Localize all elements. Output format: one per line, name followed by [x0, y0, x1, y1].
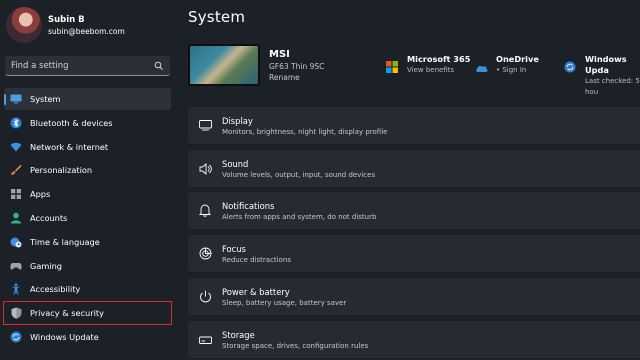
avatar [6, 7, 42, 43]
sidebar-item-time-language[interactable]: Time & language [4, 231, 171, 253]
device-model: GF63 Thin 9SC [269, 62, 325, 71]
card-subtitle: Volume levels, output, input, sound devi… [222, 170, 376, 179]
update-icon [564, 58, 576, 73]
search-icon[interactable] [154, 61, 164, 71]
sidebar-item-windows-update[interactable]: Windows Update [4, 326, 171, 348]
quick-link-subtitle: • Sign In [496, 66, 527, 74]
speaker-icon [198, 162, 212, 176]
card-title: Sound [222, 158, 249, 169]
display-icon [198, 119, 212, 133]
profile-email: subin@beebom.com [48, 26, 125, 36]
monitor-icon [10, 93, 22, 105]
shield-icon [10, 307, 22, 319]
quick-link-microsoft-365[interactable]: Microsoft 365 View benefits [386, 54, 470, 76]
card-title: Storage [222, 329, 255, 340]
settings-card-focus[interactable]: Focus Reduce distractions [188, 235, 640, 272]
user-profile[interactable]: Subin B subin@beebom.com [6, 6, 125, 44]
focus-icon [198, 247, 212, 261]
settings-card-sound[interactable]: Sound Volume levels, output, input, soun… [188, 150, 640, 187]
card-title: Focus [222, 243, 246, 254]
storage-icon [198, 333, 212, 347]
sidebar-item-accounts[interactable]: Accounts [4, 207, 171, 229]
quick-link-title: OneDrive [496, 54, 539, 64]
quick-link-subtitle: View benefits [407, 66, 455, 74]
sidebar-item-gaming[interactable]: Gaming [4, 255, 171, 277]
sidebar-item-label: Bluetooth & devices [30, 117, 113, 128]
device-info-panel: MSI GF63 Thin 9SC Rename [188, 44, 324, 86]
quick-link-title: Microsoft 365 [407, 54, 471, 64]
sidebar-item-label: Accounts [30, 212, 68, 223]
sidebar-item-label: System [30, 94, 61, 104]
quick-link-onedrive[interactable]: OneDrive • Sign In [475, 54, 539, 76]
sidebar-item-label: Gaming [30, 260, 62, 271]
sidebar-item-system[interactable]: System [4, 88, 171, 110]
quick-link-windows-update[interactable]: Windows Upda Last checked: 5 hou [564, 54, 640, 98]
gamepad-icon [10, 260, 22, 272]
apps-icon [10, 188, 22, 200]
profile-name: Subin B [48, 14, 85, 25]
sidebar-nav: System Bluetooth & devices Network & int… [3, 88, 172, 350]
card-subtitle: Sleep, battery usage, battery saver [222, 298, 347, 307]
globe-clock-icon [10, 236, 22, 248]
device-name: MSI [269, 49, 290, 60]
sidebar-item-label: Accessibility [30, 284, 81, 295]
card-subtitle: Alerts from apps and system, do not dist… [222, 212, 377, 221]
card-title: Display [222, 115, 253, 126]
bell-icon [198, 204, 212, 218]
cloud-icon [475, 58, 488, 72]
update-icon [10, 331, 22, 343]
search-placeholder: Find a setting [11, 60, 69, 71]
card-subtitle: Storage space, drives, configuration rul… [222, 341, 369, 350]
card-subtitle: Reduce distractions [222, 255, 291, 264]
sidebar: Subin B subin@beebom.com Find a setting … [0, 0, 180, 360]
wifi-icon [10, 141, 22, 153]
search-input[interactable]: Find a setting [5, 56, 170, 76]
sidebar-item-label: Windows Update [30, 331, 99, 342]
sidebar-item-label: Network & internet [30, 141, 109, 152]
card-title: Power & battery [222, 286, 290, 297]
sidebar-item-label: Apps [30, 189, 51, 200]
sidebar-item-apps[interactable]: Apps [4, 183, 171, 205]
microsoft-logo-icon [386, 58, 398, 73]
sidebar-item-personalization[interactable]: Personalization [4, 159, 171, 181]
settings-card-storage[interactable]: Storage Storage space, drives, configura… [188, 321, 640, 358]
sidebar-item-label: Personalization [30, 165, 93, 176]
brush-icon [10, 164, 22, 176]
sidebar-item-accessibility[interactable]: Accessibility [4, 278, 171, 300]
settings-card-notifications[interactable]: Notifications Alerts from apps and syste… [188, 192, 640, 229]
sidebar-item-network[interactable]: Network & internet [4, 136, 171, 158]
sidebar-item-label: Time & language [30, 236, 100, 247]
settings-card-power-battery[interactable]: Power & battery Sleep, battery usage, ba… [188, 278, 640, 315]
sidebar-item-label: Privacy & security [30, 308, 104, 319]
desktop-wallpaper-thumbnail[interactable] [188, 44, 260, 86]
power-icon [198, 290, 212, 304]
quick-link-subtitle: Last checked: 5 hou [585, 77, 640, 96]
page-title: System [188, 8, 246, 26]
accessibility-icon [10, 283, 22, 295]
quick-link-title: Windows Upda [585, 54, 627, 75]
person-icon [10, 212, 22, 224]
sidebar-item-bluetooth[interactable]: Bluetooth & devices [4, 112, 171, 134]
card-subtitle: Monitors, brightness, night light, displ… [222, 127, 388, 136]
main-content: System MSI GF63 Thin 9SC Rename Microsof… [188, 0, 640, 360]
rename-link[interactable]: Rename [269, 72, 324, 83]
sidebar-item-privacy-security[interactable]: Privacy & security [3, 301, 172, 326]
card-title: Notifications [222, 200, 275, 211]
bluetooth-icon [10, 117, 22, 129]
settings-card-display[interactable]: Display Monitors, brightness, night ligh… [188, 107, 640, 144]
